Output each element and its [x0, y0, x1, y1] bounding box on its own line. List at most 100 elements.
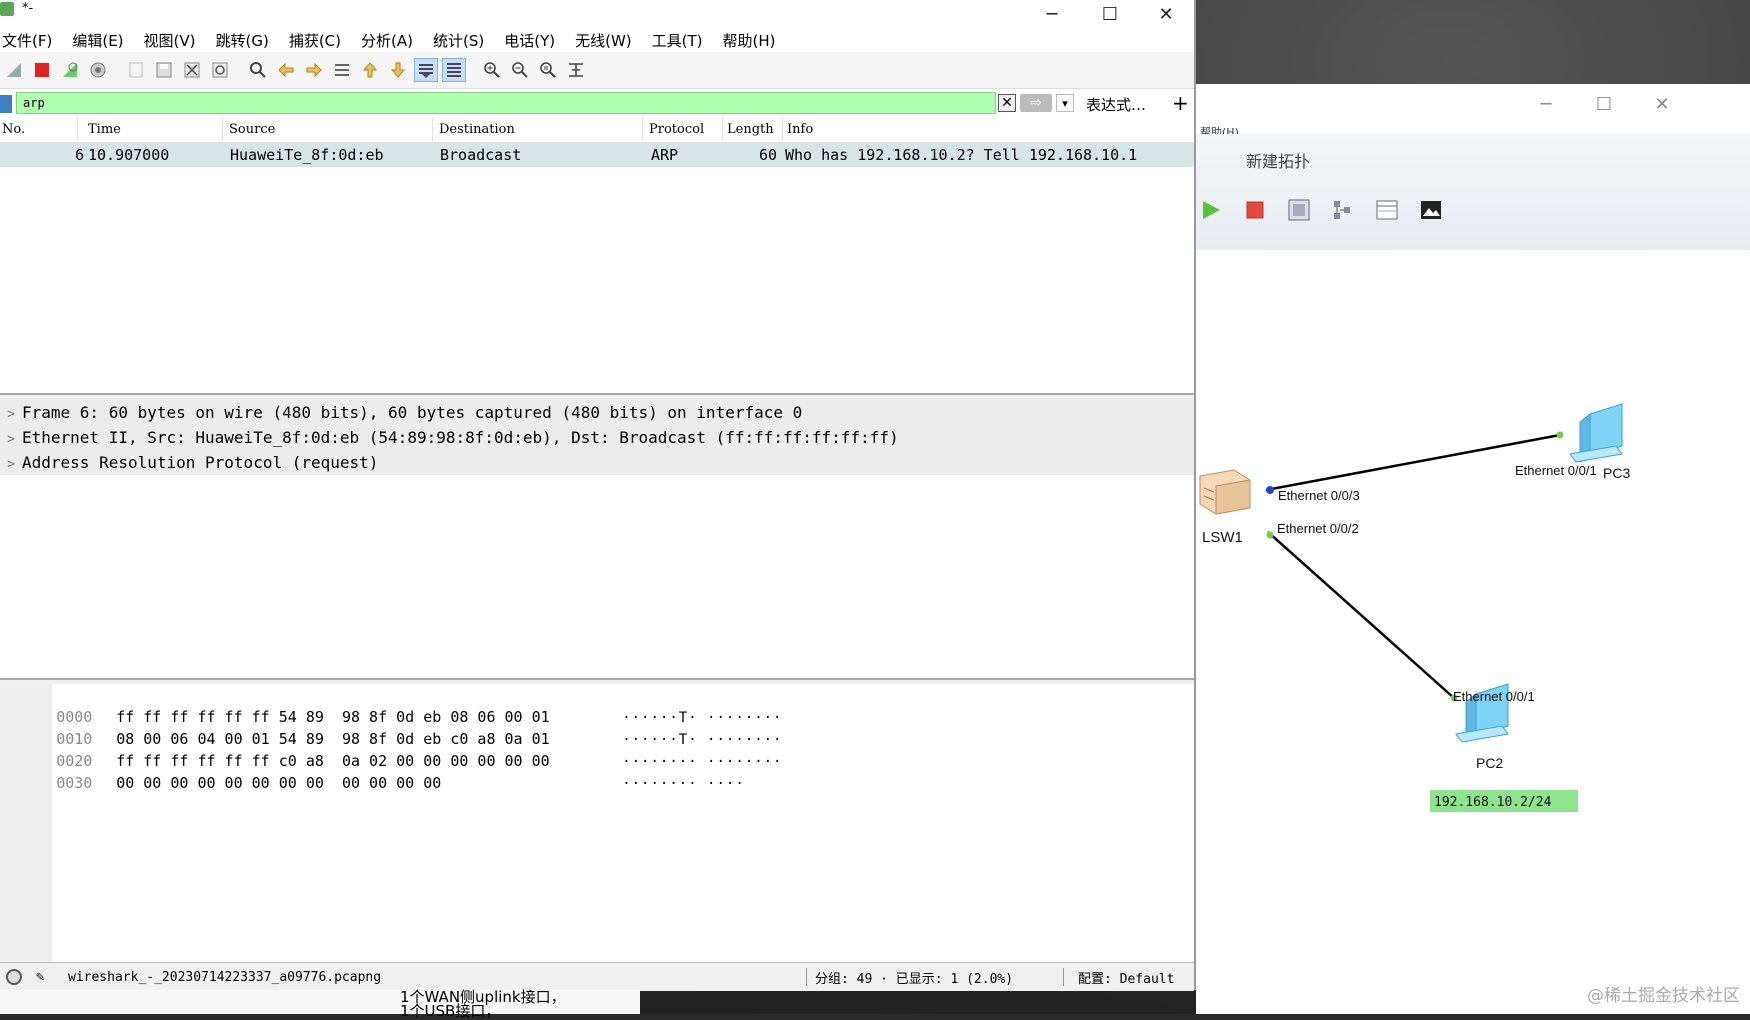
zoom-out-icon[interactable] [508, 58, 532, 82]
ip-label[interactable]: 192.168.10.2/24 [1434, 795, 1552, 810]
zoom-in-icon[interactable] [480, 58, 504, 82]
ensp-close-button[interactable]: ✕ [1642, 90, 1682, 118]
apply-filter-icon[interactable]: ⇨ [1020, 94, 1052, 112]
menu-capture[interactable]: 捕获(C) [289, 30, 341, 51]
column-header-protocol[interactable]: Protocol [643, 118, 723, 142]
main-toolbar [0, 52, 1194, 89]
expand-arrow-icon[interactable]: > [0, 452, 22, 477]
clear-filter-icon[interactable]: ✕ [998, 94, 1016, 112]
ensp-maximize-button[interactable]: ☐ [1584, 90, 1624, 118]
filter-history-dropdown[interactable]: ▾ [1056, 94, 1074, 112]
stop-icon[interactable] [1240, 195, 1270, 225]
last-packet-icon[interactable] [386, 58, 410, 82]
maximize-button[interactable]: ☐ [1084, 0, 1136, 28]
menu-help[interactable]: 帮助(H) [723, 30, 776, 51]
column-header-destination[interactable]: Destination [433, 118, 643, 142]
resize-columns-icon[interactable] [564, 58, 588, 82]
save-icon[interactable] [152, 58, 176, 82]
ensp-minimize-button[interactable]: ─ [1526, 90, 1566, 118]
topology-icon[interactable] [1328, 195, 1358, 225]
column-header-source[interactable]: Source [223, 118, 433, 142]
menu-view[interactable]: 视图(V) [144, 30, 196, 51]
title-bar: *- ─ ☐ ✕ [0, 0, 1194, 28]
port-label: Ethernet 0/0/3 [1278, 488, 1360, 503]
goto-packet-icon[interactable] [330, 58, 354, 82]
packet-bytes-pane[interactable]: 0000 ff ff ff ff ff ff 54 89 98 8f 0d eb … [0, 684, 1194, 962]
status-profile[interactable]: 配置: Default [1078, 968, 1174, 987]
switch-icon[interactable] [1199, 469, 1251, 515]
display-filter-input[interactable]: arp [16, 92, 996, 114]
packet-list-pane[interactable]: No. Time Source Destination Protocol Len… [0, 118, 1194, 395]
packet-time: 10.907000 [88, 146, 170, 164]
port-label: Ethernet 0/0/1 [1453, 689, 1535, 704]
restart-icon[interactable] [58, 58, 82, 82]
expand-arrow-icon[interactable]: > [0, 402, 22, 427]
back-icon[interactable] [274, 58, 298, 82]
open-icon[interactable] [124, 58, 148, 82]
panel-icon[interactable] [1372, 195, 1402, 225]
start-icon[interactable] [1196, 195, 1226, 225]
expression-button[interactable]: 表达式… [1086, 94, 1146, 115]
menu-go[interactable]: 跳转(G) [216, 30, 269, 51]
capture-comment-icon[interactable]: ✎ [36, 969, 56, 985]
menu-file[interactable]: 文件(F) [2, 30, 52, 51]
pc3-icon[interactable] [1569, 403, 1623, 463]
packet-details-pane[interactable]: > Frame 6: 60 bytes on wire (480 bits), 6… [0, 400, 1194, 680]
status-divider [1063, 968, 1064, 986]
status-packet-stats: 分组: 49 · 已显示: 1 (2.0%) [815, 971, 1014, 987]
port-status-dot [1266, 531, 1274, 539]
topology-canvas[interactable]: LSW1 PC3 PC2 Ethernet 0/0/3 Ethernet 0/0… [1196, 250, 1750, 1014]
packet-destination: Broadcast [440, 146, 522, 164]
bytes-row[interactable]: 0000 ff ff ff ff ff ff 54 89 98 8f 0d eb … [0, 684, 822, 726]
packet-length: 60 [758, 146, 777, 164]
menu-bar: 文件(F) 编辑(E) 视图(V) 跳转(G) 捕获(C) 分析(A) 统计(S… [0, 28, 1194, 52]
menu-tools[interactable]: 工具(T) [652, 30, 703, 51]
capture-icon[interactable] [1284, 195, 1314, 225]
packet-row[interactable]: 6 10.907000 HuaweiTe_8f:0d:eb Broadcast … [0, 143, 1194, 167]
expert-info-icon[interactable] [6, 969, 22, 985]
menu-wireless[interactable]: 无线(W) [575, 30, 632, 51]
first-packet-icon[interactable] [358, 58, 382, 82]
ensp-tab-title[interactable]: 新建拓扑 [1246, 148, 1310, 172]
screenshot-icon[interactable] [1416, 195, 1446, 225]
detail-row-arp[interactable]: > Address Resolution Protocol (request) [0, 450, 1194, 475]
packet-list-header: No. Time Source Destination Protocol Len… [0, 118, 1194, 143]
forward-icon[interactable] [302, 58, 326, 82]
column-header-info[interactable]: Info [783, 118, 1194, 142]
bookmark-icon[interactable] [0, 95, 12, 113]
close-file-icon[interactable] [180, 58, 204, 82]
autoscroll-icon[interactable] [414, 58, 438, 82]
detail-row-frame[interactable]: > Frame 6: 60 bytes on wire (480 bits), 6… [0, 400, 1194, 425]
device-label: PC2 [1476, 755, 1503, 771]
menu-statistics[interactable]: 统计(S) [433, 30, 484, 51]
packet-protocol: ARP [651, 146, 679, 164]
reload-icon[interactable] [208, 58, 232, 82]
minimize-button[interactable]: ─ [1026, 0, 1078, 28]
bytes-row[interactable]: 0030 00 00 00 00 00 00 00 00 00 00 00 00 ·… [0, 750, 822, 792]
stop-icon[interactable] [30, 58, 54, 82]
options-icon[interactable] [86, 58, 110, 82]
column-header-length[interactable]: Length [723, 118, 783, 142]
find-icon[interactable] [246, 58, 270, 82]
background-text-line: 1个USB接口， [400, 1002, 501, 1020]
status-bar: ✎ wireshark_-_20230714223337_a09776.pcap… [0, 962, 1194, 991]
colorize-icon[interactable] [442, 58, 466, 82]
device-label: PC3 [1603, 465, 1630, 481]
menu-edit[interactable]: 编辑(E) [72, 30, 123, 51]
add-filter-button[interactable]: + [1172, 91, 1189, 115]
close-button[interactable]: ✕ [1140, 0, 1192, 28]
expand-arrow-icon[interactable]: > [0, 427, 22, 452]
link-sw-pc2[interactable] [1267, 531, 1455, 699]
column-header-no[interactable]: No. [0, 118, 78, 142]
detail-row-ethernet[interactable]: > Ethernet II, Src: HuaweiTe_8f:0d:eb (54… [0, 425, 1194, 450]
watermark: @稀土掘金技术社区 [1587, 986, 1740, 1006]
wireshark-app-icon [0, 2, 14, 16]
shark-fin-icon[interactable] [2, 58, 26, 82]
menu-analyze[interactable]: 分析(A) [361, 30, 413, 51]
bytes-row[interactable]: 0020 ff ff ff ff ff ff c0 a8 0a 02 00 00 … [0, 728, 822, 770]
bytes-row[interactable]: 0010 08 00 06 04 00 01 54 89 98 8f 0d eb … [0, 706, 822, 748]
port-label: Ethernet 0/0/1 [1515, 463, 1597, 478]
zoom-reset-icon[interactable] [536, 58, 560, 82]
menu-telephony[interactable]: 电话(Y) [504, 30, 555, 51]
column-header-time[interactable]: Time [78, 118, 223, 142]
